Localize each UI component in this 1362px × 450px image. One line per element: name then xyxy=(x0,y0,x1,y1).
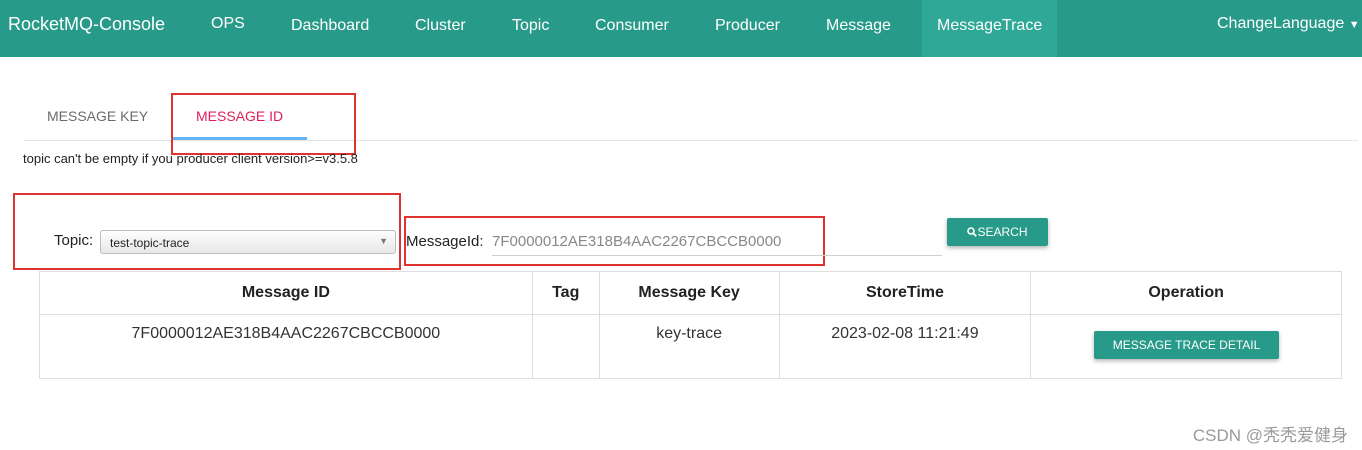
change-language-label: ChangeLanguage xyxy=(1217,15,1345,32)
nav-item-topic[interactable]: Topic xyxy=(512,17,549,35)
results-table: Message ID Tag Message Key StoreTime Ope… xyxy=(39,271,1342,379)
topic-select[interactable]: test-topic-trace ▼ xyxy=(100,230,396,254)
nav-item-consumer[interactable]: Consumer xyxy=(595,17,669,35)
tab-active-indicator xyxy=(173,137,307,140)
message-trace-detail-button[interactable]: MESSAGE TRACE DETAIL xyxy=(1094,331,1279,359)
tabs-divider xyxy=(24,140,1358,141)
topic-select-value: test-topic-trace xyxy=(110,236,190,250)
nav-item-message[interactable]: Message xyxy=(826,17,891,35)
table-header-row: Message ID Tag Message Key StoreTime Ope… xyxy=(39,271,1342,315)
caret-down-icon: ▼ xyxy=(1348,19,1360,31)
watermark: CSDN @秃秃爱健身 xyxy=(1192,426,1348,445)
topic-label: Topic: xyxy=(54,232,94,249)
nav-item-ops[interactable]: OPS xyxy=(211,15,245,33)
nav-item-cluster[interactable]: Cluster xyxy=(415,17,466,35)
search-button[interactable]: SEARCH xyxy=(947,218,1048,246)
dropdown-arrow-icon: ▼ xyxy=(379,236,388,246)
tab-message-id[interactable]: MESSAGE ID xyxy=(196,108,283,124)
tab-message-key[interactable]: MESSAGE KEY xyxy=(47,108,148,124)
column-header-storetime: StoreTime xyxy=(778,271,1032,315)
column-header-message-key: Message Key xyxy=(598,271,780,315)
column-header-message-id: Message ID xyxy=(39,271,533,315)
change-language-dropdown[interactable]: ChangeLanguage ▼ xyxy=(1217,15,1360,33)
brand-logo[interactable]: RocketMQ-Console xyxy=(8,14,165,35)
cell-message-key: key-trace xyxy=(598,314,780,379)
version-note: topic can't be empty if you producer cli… xyxy=(23,151,358,166)
nav-item-messagetrace[interactable]: MessageTrace xyxy=(937,17,1042,35)
cell-store-time: 2023-02-08 11:21:49 xyxy=(778,314,1032,379)
cell-message-id: 7F0000012AE318B4AAC2267CBCCB0000 xyxy=(39,314,533,379)
nav-item-producer[interactable]: Producer xyxy=(715,17,780,35)
top-navbar: RocketMQ-Console OPS Dashboard Cluster T… xyxy=(0,0,1362,57)
messageid-label: MessageId: xyxy=(406,233,484,250)
search-icon xyxy=(967,227,978,237)
column-header-tag: Tag xyxy=(531,271,600,315)
cell-tag xyxy=(531,314,600,379)
column-header-operation: Operation xyxy=(1030,271,1342,315)
highlight-box-tab xyxy=(171,93,356,155)
nav-item-dashboard[interactable]: Dashboard xyxy=(291,17,369,35)
messageid-input[interactable] xyxy=(492,228,942,256)
search-button-label: SEARCH xyxy=(977,225,1028,239)
